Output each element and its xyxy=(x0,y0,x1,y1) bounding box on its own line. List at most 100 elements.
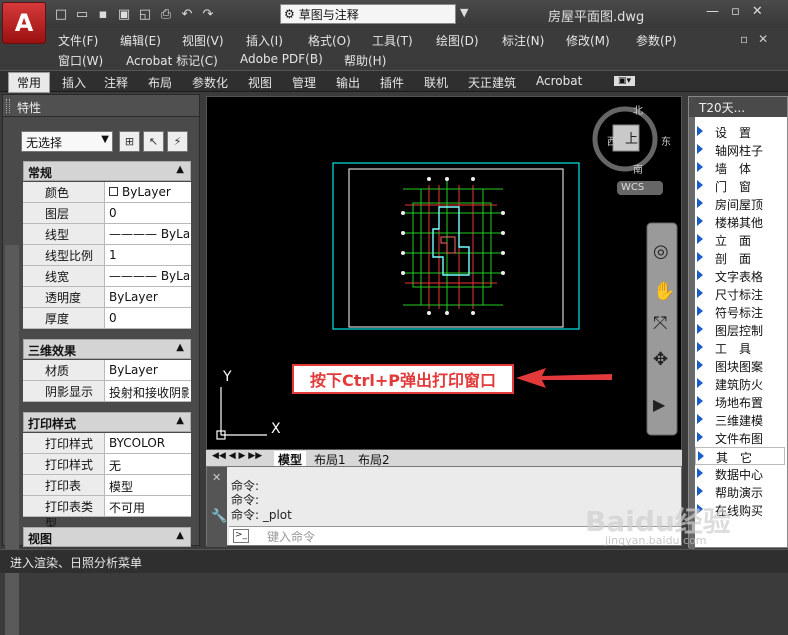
publish-icon[interactable]: ◱ xyxy=(136,6,154,24)
menu-acrobat-markup[interactable]: Acrobat 标记(C) xyxy=(126,52,218,69)
property-row[interactable]: 打印样式表无 xyxy=(23,454,191,489)
property-value[interactable]: 投射和接收阴影 xyxy=(109,384,189,401)
palette-side-strip[interactable] xyxy=(5,245,19,635)
tab-layout[interactable]: 布局 xyxy=(148,74,172,91)
t20-item[interactable]: 轴网柱子 xyxy=(695,141,785,159)
showmotion-icon[interactable]: ▶ xyxy=(653,395,665,414)
property-value[interactable]: 0 xyxy=(109,311,189,325)
command-grip[interactable]: ✕ 🔧 xyxy=(207,467,227,547)
property-row[interactable]: 图层 0 xyxy=(23,203,191,224)
menu-tools[interactable]: 工具(T) xyxy=(372,32,413,49)
property-value[interactable]: ———— ByLayer xyxy=(109,227,189,241)
pan-icon[interactable]: ✋ xyxy=(653,281,675,302)
menu-insert[interactable]: 插入(I) xyxy=(246,32,283,49)
viewcube-east[interactable]: 东 xyxy=(661,133,671,148)
section-header[interactable]: 视图 ▲ xyxy=(23,527,191,547)
zoom-extents-icon[interactable]: ⤧ xyxy=(653,313,667,334)
property-row[interactable]: 材质 ByLayer xyxy=(23,360,191,381)
saveas-icon[interactable]: ▣ xyxy=(115,6,133,24)
toggle-pickadd-icon[interactable]: ⊞ xyxy=(119,131,140,152)
t20-item[interactable]: 设 置 xyxy=(695,123,785,141)
t20-item[interactable]: 图块图案 xyxy=(695,357,785,375)
viewcube-south[interactable]: 南 xyxy=(633,161,643,176)
section-header[interactable]: 三维效果 ▲ xyxy=(23,339,191,359)
viewcube-face-label[interactable]: 上 xyxy=(625,128,638,147)
section-header[interactable]: 打印样式 ▲ xyxy=(23,412,191,432)
t20-item[interactable]: 场地布置 xyxy=(695,393,785,411)
selection-dropdown[interactable]: 无选择 ▼ xyxy=(21,131,113,152)
menu-parametric[interactable]: 参数(P) xyxy=(636,32,677,49)
property-row[interactable]: 线宽 ———— ByLayer xyxy=(23,266,191,287)
property-row[interactable]: 厚度 0 xyxy=(23,308,191,329)
close-icon[interactable]: ✕ xyxy=(752,4,763,19)
workspace-dropdown[interactable]: ⚙ 草图与注释 xyxy=(280,4,456,24)
palette-grip[interactable] xyxy=(6,99,10,113)
tab-manage[interactable]: 管理 xyxy=(292,74,316,91)
property-row[interactable]: 透明度 ByLayer xyxy=(23,287,191,308)
t20-item[interactable]: 文件布图 xyxy=(695,429,785,447)
t20-item[interactable]: 帮助演示 xyxy=(695,483,785,501)
viewcube-north[interactable]: 北 xyxy=(633,102,643,117)
t20-item[interactable]: 工 具 xyxy=(695,339,785,357)
property-row[interactable]: 颜色 ByLayer xyxy=(23,182,191,203)
menu-adobe-pdf[interactable]: Adobe PDF(B) xyxy=(240,52,323,66)
property-value[interactable]: BYCOLOR xyxy=(109,436,189,450)
tab-tangent[interactable]: 天正建筑 xyxy=(468,74,516,91)
t20-item[interactable]: 剖 面 xyxy=(695,249,785,267)
tab-view[interactable]: 视图 xyxy=(248,74,272,91)
wcs-label[interactable]: WCS xyxy=(621,182,644,193)
tab-output[interactable]: 输出 xyxy=(336,74,360,91)
minimize-icon[interactable]: — xyxy=(706,4,719,19)
open-icon[interactable]: ▭ xyxy=(73,6,91,24)
chevron-down-icon[interactable]: ▼ xyxy=(460,6,468,19)
property-value[interactable]: ByLayer xyxy=(109,185,189,199)
property-value[interactable]: 1 xyxy=(109,248,189,262)
t20-item[interactable]: 墙 体 xyxy=(695,159,785,177)
tab-acrobat[interactable]: Acrobat xyxy=(536,74,582,88)
wrench-icon[interactable]: 🔧 xyxy=(211,509,227,524)
property-value[interactable]: 模型 xyxy=(109,478,189,495)
menu-file[interactable]: 文件(F) xyxy=(58,32,98,49)
t20-item[interactable]: 数据中心 xyxy=(695,465,785,483)
property-value[interactable]: ByLayer xyxy=(109,290,189,304)
property-value[interactable]: ByLayer xyxy=(109,363,189,377)
select-objects-icon[interactable]: ↖ xyxy=(143,131,164,152)
viewcube-west[interactable]: 西 xyxy=(607,133,617,148)
t20-item[interactable]: 文字表格 xyxy=(695,267,785,285)
menu-view[interactable]: 视图(V) xyxy=(182,32,224,49)
menu-help[interactable]: 帮助(H) xyxy=(344,52,386,69)
property-value[interactable]: 0 xyxy=(109,206,189,220)
application-menu-button[interactable]: A xyxy=(2,2,46,44)
menu-dimension[interactable]: 标注(N) xyxy=(502,32,544,49)
t20-item[interactable]: 建筑防火 xyxy=(695,375,785,393)
tab-parametric[interactable]: 参数化 xyxy=(192,74,228,91)
tab-insert[interactable]: 插入 xyxy=(62,74,86,91)
property-row[interactable]: 打印样式 BYCOLOR xyxy=(23,433,191,454)
t20-item[interactable]: 符号标注 xyxy=(695,303,785,321)
menu-edit[interactable]: 编辑(E) xyxy=(120,32,161,49)
drawing-area[interactable]: 上 北 南 东 西 WCS Y X ◎ ✋ ⤧ ✥ ▶ xyxy=(206,96,682,450)
property-row[interactable]: 线型 ———— ByLayer xyxy=(23,224,191,245)
save-icon[interactable]: ▪ xyxy=(94,6,112,24)
restore-icon[interactable]: ▫ xyxy=(740,32,748,46)
close-icon[interactable]: ✕ xyxy=(212,471,221,484)
t20-item[interactable]: 三维建模 xyxy=(695,411,785,429)
tab-annotate[interactable]: 注释 xyxy=(104,74,128,91)
doc-close-icon[interactable]: ✕ xyxy=(758,32,768,46)
t20-item[interactable]: 立 面 xyxy=(695,231,785,249)
steering-wheel-icon[interactable]: ◎ xyxy=(653,241,669,262)
t20-item[interactable]: 图层控制 xyxy=(695,321,785,339)
undo-icon[interactable]: ↶ xyxy=(178,6,196,24)
property-row[interactable]: 打印表类型 不可用 xyxy=(23,496,191,531)
property-value[interactable]: ———— ByLayer xyxy=(109,269,189,283)
section-header[interactable]: 常规 ▲ xyxy=(23,161,191,181)
menu-format[interactable]: 格式(O) xyxy=(308,32,351,49)
ribbon-toggle-icon[interactable]: ▣▾ xyxy=(614,76,636,86)
t20-item[interactable]: 尺寸标注 xyxy=(695,285,785,303)
maximize-icon[interactable]: ▫ xyxy=(731,4,740,19)
property-row[interactable]: 线型比例 1 xyxy=(23,245,191,266)
t20-item[interactable]: 其 它 xyxy=(695,447,785,465)
t20-item[interactable]: 楼梯其他 xyxy=(695,213,785,231)
orbit-icon[interactable]: ✥ xyxy=(653,349,668,370)
property-row[interactable]: 打印表附... 模型 xyxy=(23,475,191,510)
